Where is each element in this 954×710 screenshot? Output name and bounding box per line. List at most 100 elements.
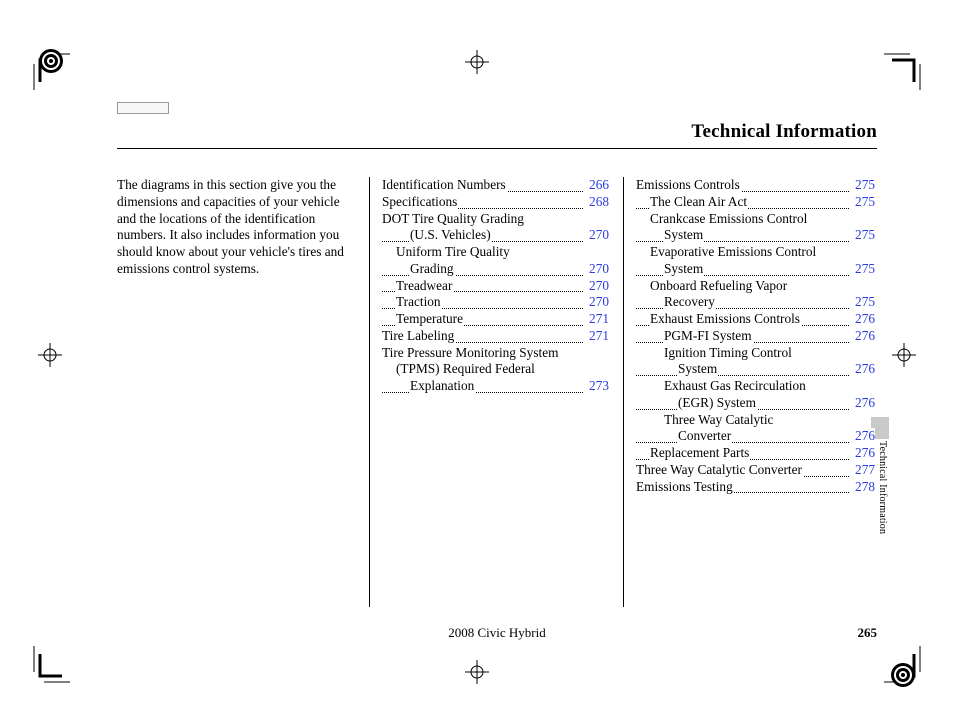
toc-entry: Temperature 271 <box>382 311 609 328</box>
toc-leader-dots <box>636 375 849 376</box>
toc-page-link[interactable]: 277 <box>853 462 875 479</box>
toc-page-link[interactable]: 276 <box>853 445 875 462</box>
toc-entry-label: Tire Labeling <box>382 328 455 343</box>
toc-entry: Explanation 273 <box>382 378 609 395</box>
toc-entry: DOT Tire Quality Grading <box>382 211 609 228</box>
cross-mark-icon <box>38 343 62 367</box>
toc-entry: (TPMS) Required Federal <box>382 361 609 378</box>
header: Technical Information <box>117 105 877 149</box>
toc-entry-label: PGM-FI System <box>664 328 753 343</box>
toc-page-link[interactable]: 270 <box>587 261 609 278</box>
toc-page-link[interactable]: 276 <box>853 395 875 412</box>
toc-entry-label: Specifications <box>382 194 458 209</box>
toc-entry: Three Way Catalytic <box>636 412 875 429</box>
toc-page-link[interactable]: 275 <box>853 227 875 244</box>
toc-page-link[interactable]: 275 <box>853 177 875 194</box>
toc-page-link[interactable]: 275 <box>853 261 875 278</box>
toc-entry: Specifications 268 <box>382 194 609 211</box>
toc-entry-label: Evaporative Emissions Control <box>650 244 817 259</box>
page-content: Technical Information The diagrams in th… <box>117 105 877 645</box>
toc-entry: Tire Pressure Monitoring System <box>382 345 609 362</box>
registration-mark-icon <box>36 46 66 76</box>
side-tab-label: Technical Information <box>877 441 888 571</box>
toc-entry-label: Treadwear <box>396 278 453 293</box>
toc-page-link[interactable]: 275 <box>853 294 875 311</box>
toc-entry: Exhaust Gas Recirculation <box>636 378 875 395</box>
toc-entry: Onboard Refueling Vapor <box>636 278 875 295</box>
toc-page-link[interactable]: 270 <box>587 227 609 244</box>
toc-entry-label: Emissions Testing <box>636 479 734 494</box>
footer: 2008 Civic Hybrid 265 <box>117 625 877 645</box>
toc-entry-label: Recovery <box>664 294 716 309</box>
toc-entry: (U.S. Vehicles) 270 <box>382 227 609 244</box>
toc-entry-label: Exhaust Emissions Controls <box>650 311 801 326</box>
toc-entry: System 275 <box>636 227 875 244</box>
toc-page-link[interactable]: 271 <box>587 311 609 328</box>
toc-entry-label: System <box>664 261 704 276</box>
toc-page-link[interactable]: 268 <box>587 194 609 211</box>
toc-entry-label: Explanation <box>410 378 475 393</box>
toc-entry-label: Traction <box>396 294 442 309</box>
toc-entry-label: (U.S. Vehicles) <box>410 227 492 242</box>
cross-mark-icon <box>465 660 489 684</box>
toc-entry: System 276 <box>636 361 875 378</box>
toc-entry: Treadwear 270 <box>382 278 609 295</box>
intro-text: The diagrams in this section give you th… <box>117 177 355 607</box>
toc-leader-dots <box>636 442 849 443</box>
toc-entry-label: Replacement Parts <box>650 445 750 460</box>
toc-page-link[interactable]: 276 <box>853 328 875 345</box>
toc-page-link[interactable]: 266 <box>587 177 609 194</box>
toc-page-link[interactable]: 276 <box>853 361 875 378</box>
toc-entry: Ignition Timing Control <box>636 345 875 362</box>
toc-entry-label: Exhaust Gas Recirculation <box>664 378 807 393</box>
toc-entry-label: DOT Tire Quality Grading <box>382 211 525 226</box>
toc-entry: Evaporative Emissions Control <box>636 244 875 261</box>
toc-column-2: Emissions Controls 275 The Clean Air Act 27… <box>623 177 875 607</box>
toc-entry: Three Way Catalytic Converter277 <box>636 462 875 479</box>
toc-entry-label: The Clean Air Act <box>650 194 748 209</box>
toc-entry: Replacement Parts 276 <box>636 445 875 462</box>
toc-entry-label: Crankcase Emissions Control <box>650 211 808 226</box>
cross-mark-icon <box>892 343 916 367</box>
cross-mark-icon <box>465 50 489 74</box>
toc-entry-label: Temperature <box>396 311 464 326</box>
footer-page-number: 265 <box>858 625 878 641</box>
toc-entry: Uniform Tire Quality <box>382 244 609 261</box>
toc-page-link[interactable]: 270 <box>587 278 609 295</box>
toc-entry-label: Onboard Refueling Vapor <box>650 278 788 293</box>
toc-entry: Converter 276 <box>636 428 875 445</box>
toc-entry-label: System <box>664 227 704 242</box>
toc-entry: Recovery 275 <box>636 294 875 311</box>
toc-entry: Crankcase Emissions Control <box>636 211 875 228</box>
toc-page-link[interactable]: 270 <box>587 294 609 311</box>
crop-mark-icon <box>884 46 928 90</box>
toc-entry-label: (TPMS) Required Federal <box>396 361 536 376</box>
toc-page-link[interactable]: 278 <box>853 479 875 496</box>
footer-center-text: 2008 Civic Hybrid <box>448 625 546 641</box>
toc-entry-label: (EGR) System <box>678 395 757 410</box>
toc-page-link[interactable]: 271 <box>587 328 609 345</box>
toc-page-link[interactable]: 273 <box>587 378 609 395</box>
toc-entry-label: Grading <box>410 261 455 276</box>
toc-entry: Identification Numbers266 <box>382 177 609 194</box>
toc-page-link[interactable]: 275 <box>853 194 875 211</box>
toc-entry: (EGR) System 276 <box>636 395 875 412</box>
toc-entry-label: Converter <box>678 428 732 443</box>
toc-column-1: Identification Numbers266Specifications 2… <box>369 177 609 607</box>
toc-entry: Exhaust Emissions Controls 276 <box>636 311 875 328</box>
toc-entry: System 275 <box>636 261 875 278</box>
toc-entry-label: Emissions Controls <box>636 177 741 192</box>
toc-entry-label: System <box>678 361 718 376</box>
toc-entry: Tire Labeling 271 <box>382 328 609 345</box>
toc-entry: PGM-FI System 276 <box>636 328 875 345</box>
registration-mark-icon <box>888 660 918 690</box>
toc-entry: Traction 270 <box>382 294 609 311</box>
toc-page-link[interactable]: 276 <box>853 311 875 328</box>
toc-entry-label: Three Way Catalytic <box>664 412 774 427</box>
body-columns: The diagrams in this section give you th… <box>117 177 877 607</box>
toc-entry: Grading 270 <box>382 261 609 278</box>
toc-page-link[interactable]: 276 <box>853 428 875 445</box>
toc-entry: Emissions Testing 278 <box>636 479 875 496</box>
crop-mark-icon <box>26 646 70 690</box>
page-title: Technical Information <box>691 121 877 143</box>
